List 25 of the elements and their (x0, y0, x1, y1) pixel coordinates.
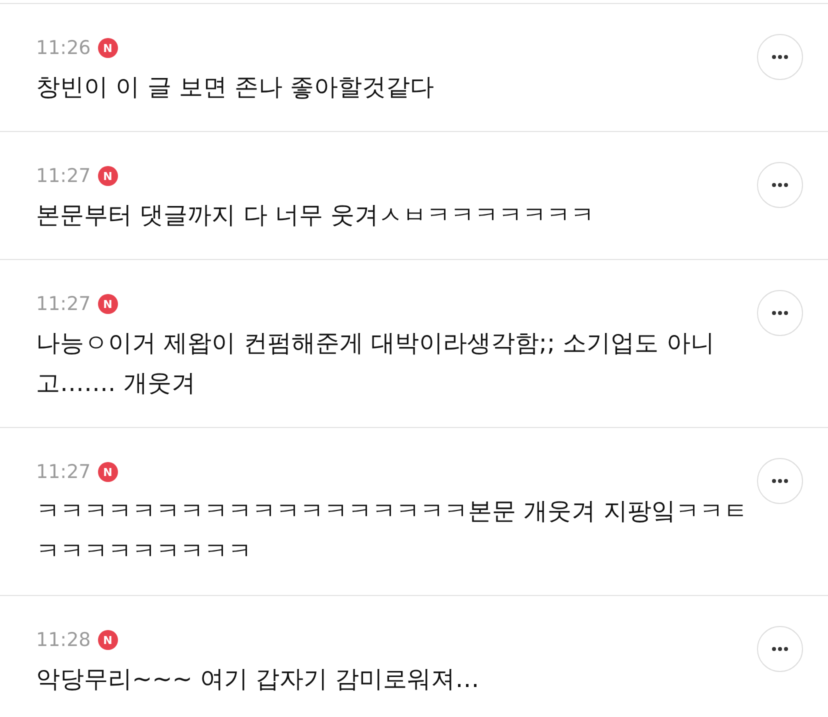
new-badge: N (98, 166, 118, 186)
comment-text: 악당무리~~~ 여기 갑자기 감미로워져… (36, 664, 480, 695)
new-badge: N (98, 462, 118, 482)
comment-time: 11:28 (36, 629, 91, 651)
more-button[interactable] (757, 290, 803, 336)
more-icon (772, 647, 788, 651)
comment-time: 11:27 (36, 165, 91, 187)
comment-text: ㅋㅋㅋㅋㅋㅋㅋㅋㅋㅋㅋㅋㅋㅋㅋㅋㅋㅋ본문 개웃겨 지팡잌ㅋㅋㅌㅋㅋㅋㅋㅋㅋㅋㅋㅋ (36, 496, 748, 567)
more-icon (772, 479, 788, 483)
comment-time: 11:27 (36, 293, 91, 315)
comment-text: 본문부터 댓글까지 다 너무 웃겨ㅅㅂㅋㅋㅋㅋㅋㅋㅋ (36, 200, 596, 231)
comment-time: 11:27 (36, 461, 91, 483)
comment-time: 11:26 (36, 37, 91, 59)
comment-text: 창빈이 이 글 보면 존나 좋아할것같다 (36, 72, 436, 103)
new-badge: N (98, 294, 118, 314)
more-button[interactable] (757, 162, 803, 208)
more-icon (772, 55, 788, 59)
more-button[interactable] (757, 34, 803, 80)
more-button[interactable] (757, 626, 803, 672)
more-icon (772, 311, 788, 315)
more-icon (772, 183, 788, 187)
new-badge: N (98, 630, 118, 650)
new-badge: N (98, 38, 118, 58)
more-button[interactable] (757, 458, 803, 504)
comment-text: 나능ㅇ이거 제왑이 컨펌해준게 대박이라생각함;; 소기업도 아니고……. 개웃겨 (36, 328, 716, 399)
